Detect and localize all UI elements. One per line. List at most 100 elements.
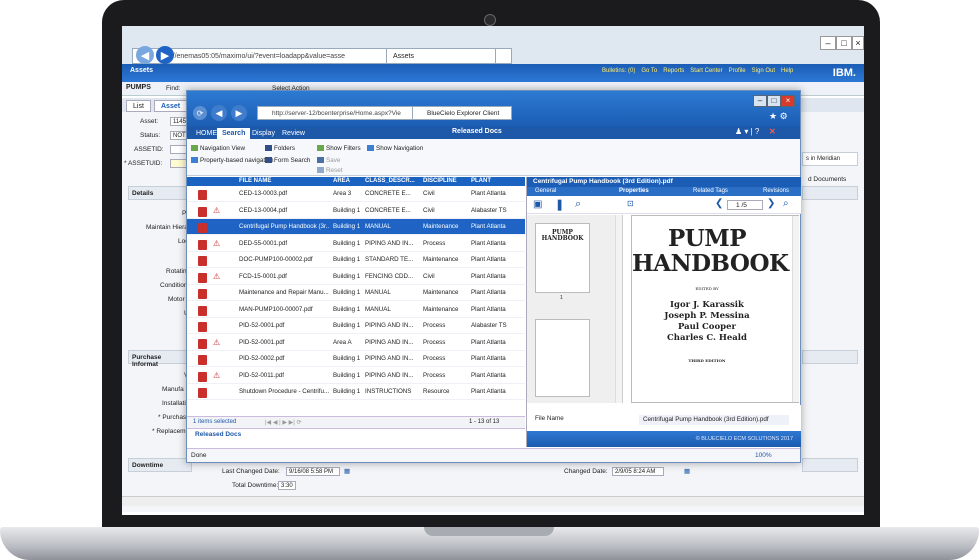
tab-revisions[interactable]: Revisions	[763, 188, 789, 194]
table-row[interactable]: Shutdown Procedure - Centrifu... Building…	[187, 384, 525, 400]
header-link[interactable]: Bulletins: (0)	[602, 68, 635, 74]
copyright: © BLUECIELO ECM SOLUTIONS 2017	[527, 431, 801, 447]
find-label: Find:	[166, 85, 181, 92]
pager-buttons[interactable]: |◀ ◀ | ▶ ▶| ⟳	[265, 419, 302, 426]
inner-tab[interactable]: BlueCielo Explorer Client	[412, 106, 512, 120]
cell-disc: Civil	[423, 272, 435, 280]
calendar-icon[interactable]: ▦	[344, 467, 350, 475]
table-row[interactable]: CED-13-0003.pdf Area 3 CONCRETE E... Civil P…	[187, 186, 525, 202]
tab-related-tags[interactable]: Related Tags	[693, 188, 728, 194]
total-downtime-label: Total Downtime:	[232, 482, 279, 489]
forward-icon[interactable]: ▶	[156, 46, 174, 64]
search-icon[interactable]: ⌕	[575, 198, 581, 211]
zoom-level[interactable]: 100%	[755, 452, 772, 459]
page-scrollbar[interactable]	[792, 216, 799, 402]
column-area[interactable]: AREA	[333, 178, 350, 184]
image-icon[interactable]: ▣	[533, 199, 542, 210]
column-class[interactable]: CLASS_DESCR...	[365, 178, 415, 184]
show-filters-button[interactable]: Show Filters	[317, 145, 361, 152]
released-docs-tab[interactable]: Released Docs	[187, 428, 525, 440]
changed-date-field[interactable]: 2/9/05 8:24 AM	[612, 467, 664, 476]
forward-icon[interactable]: ▶	[231, 105, 247, 121]
table-row[interactable]: ⚠ CED-13-0004.pdf Building 1 CONCRETE E... C…	[187, 203, 525, 219]
column-discipline[interactable]: DISCIPLINE	[423, 178, 457, 184]
header-link[interactable]: Help	[781, 68, 793, 74]
next-page-icon[interactable]: ❯	[767, 198, 775, 209]
folders-button[interactable]: Folders	[265, 145, 295, 152]
user-icon[interactable]: ♟ ▾ | ?	[735, 127, 759, 136]
tab-general[interactable]: General	[535, 188, 556, 194]
assetid-label: ASSETID:	[134, 146, 164, 153]
column-plant[interactable]: PLANT	[471, 178, 491, 184]
header-link[interactable]: Reports	[663, 68, 684, 74]
table-row[interactable]: Centrifugal Pump Handbook (3r... Building…	[187, 219, 525, 235]
minimize-icon[interactable]: –	[753, 95, 767, 107]
details-section[interactable]: Details	[128, 186, 192, 200]
save-button[interactable]: Save	[317, 157, 340, 164]
table-row[interactable]: ⚠ DED-55-0001.pdf Building 1 PIPING AND IN.…	[187, 236, 525, 252]
cell-plant: Plant Atlanta	[471, 223, 506, 230]
header-link[interactable]: Go To	[641, 68, 657, 74]
table-row[interactable]: ⚠ PID-52-0011.pdf Building 1 PIPING AND IN.…	[187, 368, 525, 384]
last-changed-label: Last Changed Date:	[222, 468, 280, 475]
bookmark-icon[interactable]: ❚	[555, 198, 564, 211]
table-row[interactable]: PID-52-0002.pdf Building 1 PIPING AND IN..…	[187, 351, 525, 367]
calendar-icon[interactable]: ▦	[684, 467, 690, 475]
form-search-button[interactable]: Form Search	[265, 157, 310, 164]
close-view-icon[interactable]: ✕	[769, 127, 776, 136]
table-row[interactable]: ⚠ PID-52-0001.pdf Area A PIPING AND IN... Pr…	[187, 335, 525, 351]
minimize-icon[interactable]: –	[820, 36, 836, 50]
horizontal-scrollbar[interactable]	[122, 496, 864, 506]
maximize-icon[interactable]: □	[767, 95, 781, 107]
close-icon[interactable]: ×	[852, 36, 864, 50]
thumbnail-scrollbar[interactable]	[615, 215, 622, 403]
fit-page-icon[interactable]: ⊡	[627, 199, 634, 208]
table-row[interactable]: ⚠ FCD-15-0001.pdf Building 1 FENCING CDD...…	[187, 269, 525, 285]
tab-review[interactable]: Review	[277, 128, 310, 139]
pdf-icon	[198, 223, 207, 233]
last-changed-field[interactable]: 9/16/08 5:58 PM	[286, 467, 340, 476]
zoom-icon[interactable]: ⌕	[783, 198, 789, 209]
reset-button[interactable]: Reset	[317, 167, 342, 174]
table-row[interactable]: DOC-PUMP100-00002.pdf Building 1 STANDARD …	[187, 252, 525, 268]
pdf-icon	[198, 322, 207, 332]
tab-display[interactable]: Display	[247, 128, 280, 139]
column-file-name[interactable]: FILE NAME	[239, 178, 271, 184]
author: Igor J. Karassik	[670, 300, 744, 310]
purchase-section[interactable]: Purchase Informat	[128, 350, 192, 368]
table-row[interactable]: Maintenance and Repair Manu... Building 1…	[187, 285, 525, 301]
tab-asset[interactable]: Asset	[154, 100, 188, 112]
thumbnail-page-1[interactable]: PUMP HANDBOOK	[535, 223, 590, 293]
total-downtime-field[interactable]: 3:30	[278, 481, 296, 490]
authors: Igor J. Karassik Joseph P. Messina Paul …	[632, 300, 782, 344]
property-navigation-button[interactable]: Property-based navigation	[191, 157, 274, 164]
header-link[interactable]: Profile	[729, 68, 746, 74]
back-icon[interactable]: ◀	[136, 46, 154, 64]
header-link[interactable]: Start Center	[690, 68, 722, 74]
table-row[interactable]: PID-52-0001.pdf Building 1 PIPING AND IN..…	[187, 318, 525, 334]
tab-properties[interactable]: Properties	[619, 188, 649, 194]
cell-file: Centrifugal Pump Handbook (3r...	[239, 223, 329, 230]
previous-page-icon[interactable]: ❮	[715, 198, 723, 209]
table-row[interactable]: MAN-PUMP100-00007.pdf Building 1 MANUAL Mai…	[187, 302, 525, 318]
inner-browser-chrome: ⟳ ◀ ▶ http://server-12/bcenterprise/Home…	[187, 91, 800, 127]
show-navigation-label: Show Navigation	[376, 145, 424, 152]
meridian-link[interactable]: s in Meridian	[802, 152, 858, 166]
navigation-view-button[interactable]: Navigation View	[191, 145, 245, 152]
header-links[interactable]: Bulletins: (0) Go To Reports Start Center Pr…	[602, 68, 799, 74]
back-icon[interactable]: ◀	[211, 105, 227, 121]
maximize-icon[interactable]: □	[836, 36, 852, 50]
star-icon[interactable]: ★ ⚙	[769, 111, 788, 122]
show-navigation-button[interactable]: Show Navigation	[367, 145, 423, 152]
cell-file: CED-13-0004.pdf	[239, 206, 288, 214]
refresh-icon[interactable]: ⟳	[193, 106, 207, 120]
tab-search[interactable]: Search	[217, 128, 251, 139]
detail-label: Condition	[160, 282, 188, 289]
header-link[interactable]: Sign Out	[752, 68, 775, 74]
thumbnail-page-2[interactable]	[535, 319, 590, 397]
page-input[interactable]: 1 /5	[727, 200, 763, 210]
save-icon	[317, 157, 324, 163]
outer-tab-assets[interactable]: Assets	[386, 48, 496, 64]
close-icon[interactable]: ×	[781, 95, 795, 107]
tab-list[interactable]: List	[126, 100, 151, 112]
